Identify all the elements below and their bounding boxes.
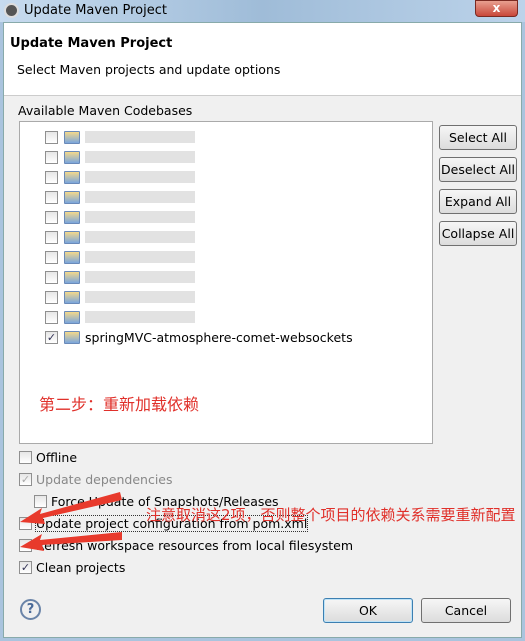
annotation-arrows (20, 492, 122, 551)
arrow-icon (20, 492, 122, 524)
arrow-icon (20, 532, 122, 551)
